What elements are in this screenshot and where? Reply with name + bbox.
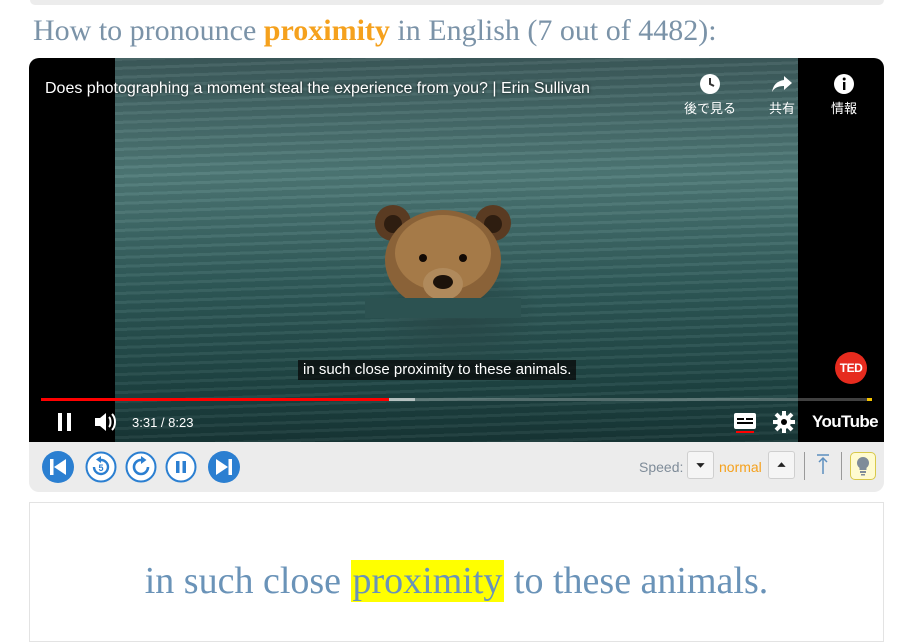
sentence-panel: in such close proximity to these animals… xyxy=(29,502,884,642)
hint-button[interactable] xyxy=(850,452,876,480)
next-icon xyxy=(208,451,240,483)
watch-later-button[interactable]: 後で見る xyxy=(680,72,740,117)
rewind-5-icon: 5 xyxy=(85,451,117,483)
speed-up-button[interactable] xyxy=(768,451,795,479)
pause-button[interactable] xyxy=(53,410,77,434)
previous-icon xyxy=(42,451,74,483)
heading-keyword: proximity xyxy=(263,14,390,47)
info-button[interactable]: 情報 xyxy=(814,72,874,117)
settings-gear-icon xyxy=(773,411,795,433)
next-button[interactable] xyxy=(207,450,241,484)
volume-button[interactable] xyxy=(93,410,119,434)
sentence-before: in such close xyxy=(144,560,351,602)
playback-toolbar: 5 Speed: normal xyxy=(29,442,884,492)
subtitles-icon xyxy=(734,413,756,433)
progress-played xyxy=(41,398,390,401)
lightbulb-icon xyxy=(856,456,870,476)
bear-image xyxy=(363,198,523,318)
replay-button[interactable] xyxy=(125,451,157,483)
speed-label: Speed: xyxy=(639,459,684,475)
page-heading: How to pronounce proximity in English (7… xyxy=(33,14,717,48)
speed-value: normal xyxy=(719,459,762,475)
speed-up-icon xyxy=(777,462,786,467)
progress-bar[interactable] xyxy=(41,398,872,401)
rewind-5-button[interactable]: 5 xyxy=(85,451,117,483)
scroll-top-button[interactable] xyxy=(814,452,832,478)
share-icon xyxy=(752,72,812,96)
sentence-text: in such close proximity to these animals… xyxy=(30,559,883,603)
toolbar-divider xyxy=(841,452,842,480)
heading-prefix: How to pronounce xyxy=(33,14,264,47)
sentence-keyword[interactable]: proximity xyxy=(350,560,505,602)
ted-logo[interactable]: TED xyxy=(835,352,867,384)
sentence-after: to these animals. xyxy=(504,560,769,602)
info-icon xyxy=(814,72,874,96)
share-label: 共有 xyxy=(768,101,795,116)
clock-icon xyxy=(680,72,740,96)
video-title[interactable]: Does photographing a moment steal the ex… xyxy=(45,80,590,98)
speed-down-button[interactable] xyxy=(687,451,714,479)
progress-end-marker xyxy=(867,398,872,401)
settings-button[interactable] xyxy=(772,410,796,434)
video-caption: in such close proximity to these animals… xyxy=(298,360,577,380)
top-strip xyxy=(30,0,884,5)
scroll-top-icon xyxy=(817,454,829,474)
share-button[interactable]: 共有 xyxy=(752,72,812,117)
toolbar-divider xyxy=(804,452,805,480)
replay-icon xyxy=(125,451,157,483)
youtube-logo[interactable]: YouTube xyxy=(812,412,879,432)
previous-button[interactable] xyxy=(41,450,75,484)
speed-down-icon xyxy=(696,463,705,468)
video-player[interactable]: Does photographing a moment steal the ex… xyxy=(29,58,884,442)
time-display: 3:31 / 8:23 xyxy=(132,415,194,430)
svg-text:5: 5 xyxy=(98,463,103,473)
info-label: 情報 xyxy=(830,101,857,116)
pause-toggle-button[interactable] xyxy=(165,451,197,483)
volume-icon xyxy=(95,413,116,431)
heading-suffix: in English (7 out of 4482): xyxy=(389,14,717,47)
pause-icon xyxy=(58,413,71,431)
watch-later-label: 後で見る xyxy=(683,101,736,116)
pause-icon xyxy=(165,451,197,483)
subtitles-button[interactable] xyxy=(732,410,758,434)
